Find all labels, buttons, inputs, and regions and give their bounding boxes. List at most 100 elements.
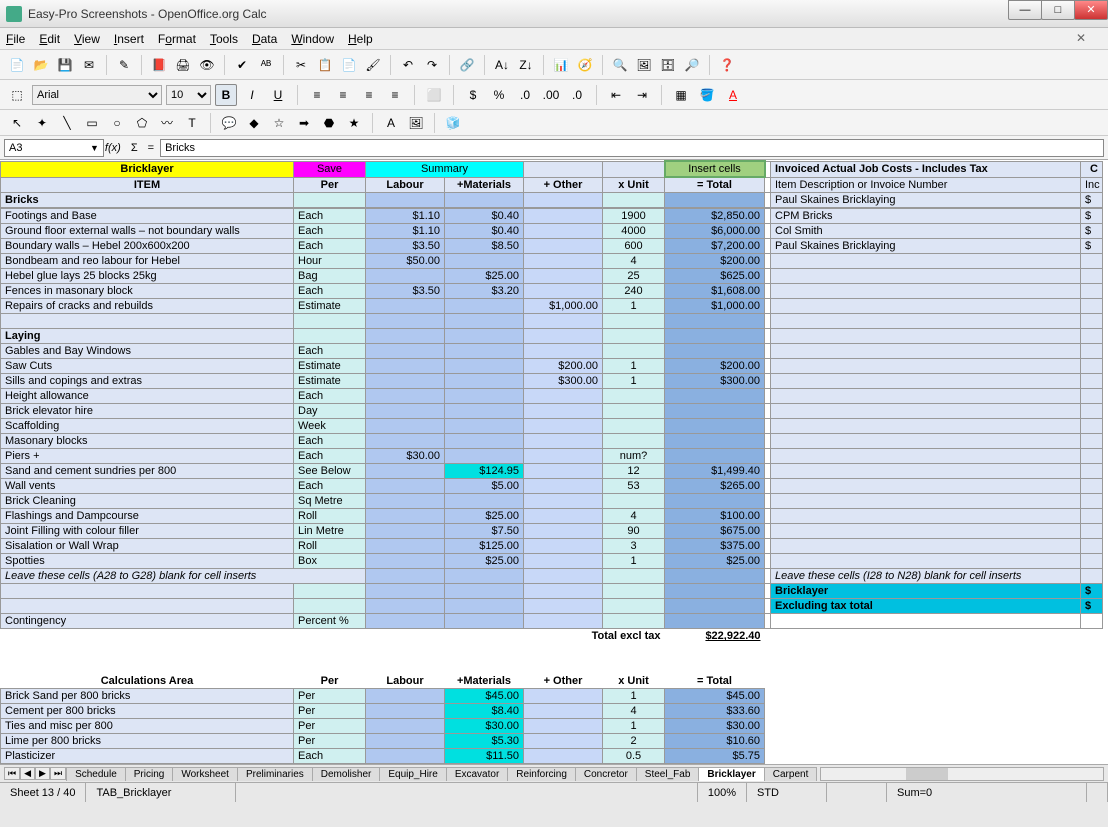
table-row[interactable]: Height allowance (1, 389, 294, 404)
menu-window[interactable]: Window (291, 32, 334, 46)
status-std[interactable]: STD (747, 783, 827, 802)
fontwork-icon[interactable]: A (380, 112, 402, 134)
undo-icon[interactable]: ↶ (397, 54, 419, 76)
extrusion-icon[interactable]: 🧊 (442, 112, 464, 134)
tab-prev-icon[interactable]: ◀ (20, 767, 35, 780)
merge-icon[interactable]: ⬜ (423, 84, 445, 106)
table-row[interactable]: Scaffolding (1, 419, 294, 434)
menu-view[interactable]: View (74, 32, 100, 46)
spreadsheet-area[interactable]: Bricklayer Save Summary Insert cells Inv… (0, 160, 1108, 764)
table-row[interactable]: Brick Cleaning (1, 494, 294, 509)
table-row[interactable]: Spotties (1, 554, 294, 569)
tab-bricklayer[interactable]: Bricklayer (698, 767, 764, 781)
print-icon[interactable]: 🖨 (172, 54, 194, 76)
tab-demolisher[interactable]: Demolisher (312, 767, 381, 781)
del-decimal-icon[interactable]: .0 (566, 84, 588, 106)
table-row[interactable]: Hebel glue lays 25 blocks 25kg (1, 269, 294, 284)
status-zoom[interactable]: 100% (698, 783, 747, 802)
gallery-icon[interactable]: 🖼 (633, 54, 655, 76)
curve-icon[interactable]: 〰 (156, 112, 178, 134)
menu-edit[interactable]: Edit (39, 32, 60, 46)
menu-data[interactable]: Data (252, 32, 277, 46)
table-row[interactable]: Piers + (1, 449, 294, 464)
tab-preliminaries[interactable]: Preliminaries (237, 767, 313, 781)
menu-format[interactable]: Format (158, 32, 196, 46)
percent-icon[interactable]: % (488, 84, 510, 106)
zoom-icon[interactable]: 🔎 (681, 54, 703, 76)
close-button[interactable]: ✕ (1074, 0, 1108, 20)
spell-icon[interactable]: ✔ (231, 54, 253, 76)
copy-icon[interactable]: 📋 (314, 54, 336, 76)
equals-icon[interactable]: = (148, 142, 154, 154)
tab-equip_hire[interactable]: Equip_Hire (379, 767, 446, 781)
navigator-icon[interactable]: 🧭 (574, 54, 596, 76)
bgcolor-icon[interactable]: 🪣 (696, 84, 718, 106)
doc-close-icon[interactable]: ✕ (1076, 31, 1086, 45)
open-icon[interactable]: 📂 (30, 54, 52, 76)
pdf-icon[interactable]: 📕 (148, 54, 170, 76)
menu-tools[interactable]: Tools (210, 32, 238, 46)
tab-last-icon[interactable]: ⏭ (50, 767, 66, 780)
help-icon[interactable]: ❓ (716, 54, 738, 76)
hyperlink-icon[interactable]: 🔗 (456, 54, 478, 76)
find-icon[interactable]: 🔍 (609, 54, 631, 76)
table-row[interactable]: Boundary walls – Hebel 200x600x200 (1, 239, 294, 254)
tab-excavator[interactable]: Excavator (446, 767, 508, 781)
cut-icon[interactable]: ✂ (290, 54, 312, 76)
cell-reference-input[interactable] (4, 139, 104, 157)
new-icon[interactable]: 📄 (6, 54, 28, 76)
fromfile-icon[interactable]: 🖼 (405, 112, 427, 134)
tab-carpent[interactable]: Carpent (764, 767, 818, 781)
block-icon[interactable]: ➡ (293, 112, 315, 134)
styles-icon[interactable]: ⬚ (6, 84, 28, 106)
format-paint-icon[interactable]: 🖌 (362, 54, 384, 76)
header-insert-button[interactable]: Insert cells (665, 161, 765, 177)
table-row[interactable]: Sills and copings and extras (1, 374, 294, 389)
ellipse-icon[interactable]: ○ (106, 112, 128, 134)
dec-indent-icon[interactable]: ⇤ (605, 84, 627, 106)
table-row[interactable]: Saw Cuts (1, 359, 294, 374)
bold-button[interactable]: B (215, 84, 237, 106)
chart-icon[interactable]: 📊 (550, 54, 572, 76)
table-row[interactable]: Sisalation or Wall Wrap (1, 539, 294, 554)
align-right-icon[interactable]: ≡ (358, 84, 380, 106)
star-icon[interactable]: ★ (343, 112, 365, 134)
redo-icon[interactable]: ↷ (421, 54, 443, 76)
border-icon[interactable]: ▦ (670, 84, 692, 106)
tab-pricing[interactable]: Pricing (125, 767, 174, 781)
edit-points-icon[interactable]: ✦ (31, 112, 53, 134)
tab-schedule[interactable]: Schedule (66, 767, 126, 781)
underline-button[interactable]: U (267, 84, 289, 106)
table-row[interactable]: Gables and Bay Windows (1, 344, 294, 359)
status-sum[interactable]: Sum=0 (887, 783, 1087, 802)
menu-insert[interactable]: Insert (114, 32, 144, 46)
line-icon[interactable]: ╲ (56, 112, 78, 134)
shapes-icon[interactable]: ◆ (243, 112, 265, 134)
polygon-icon[interactable]: ⬠ (131, 112, 153, 134)
tab-reinforcing[interactable]: Reinforcing (507, 767, 576, 781)
font-size-select[interactable]: 10 (166, 85, 211, 105)
align-justify-icon[interactable]: ≡ (384, 84, 406, 106)
font-name-select[interactable]: Arial (32, 85, 162, 105)
maximize-button[interactable]: □ (1041, 0, 1075, 20)
sort-asc-icon[interactable]: A↓ (491, 54, 513, 76)
arrow-icon[interactable]: ↖ (6, 112, 28, 134)
symbol-icon[interactable]: ☆ (268, 112, 290, 134)
header-summary-button[interactable]: Summary (366, 161, 524, 177)
flowchart-icon[interactable]: ⬣ (318, 112, 340, 134)
table-row[interactable]: Flashings and Dampcourse (1, 509, 294, 524)
minimize-button[interactable]: — (1008, 0, 1042, 20)
inc-indent-icon[interactable]: ⇥ (631, 84, 653, 106)
table-row[interactable]: Ground floor external walls – not bounda… (1, 224, 294, 239)
fx-icon[interactable]: f(x) (105, 142, 121, 154)
edit-icon[interactable]: ✎ (113, 54, 135, 76)
table-row[interactable]: Footings and Base (1, 209, 294, 224)
table-row[interactable]: Wall vents (1, 479, 294, 494)
callout-icon[interactable]: 💬 (218, 112, 240, 134)
formula-input[interactable] (160, 139, 1104, 157)
tab-concretor[interactable]: Concretor (575, 767, 637, 781)
sort-desc-icon[interactable]: Z↓ (515, 54, 537, 76)
header-save-button[interactable]: Save (294, 161, 366, 177)
table-row[interactable]: Bondbeam and reo labour for Hebel (1, 254, 294, 269)
currency-icon[interactable]: $ (462, 84, 484, 106)
